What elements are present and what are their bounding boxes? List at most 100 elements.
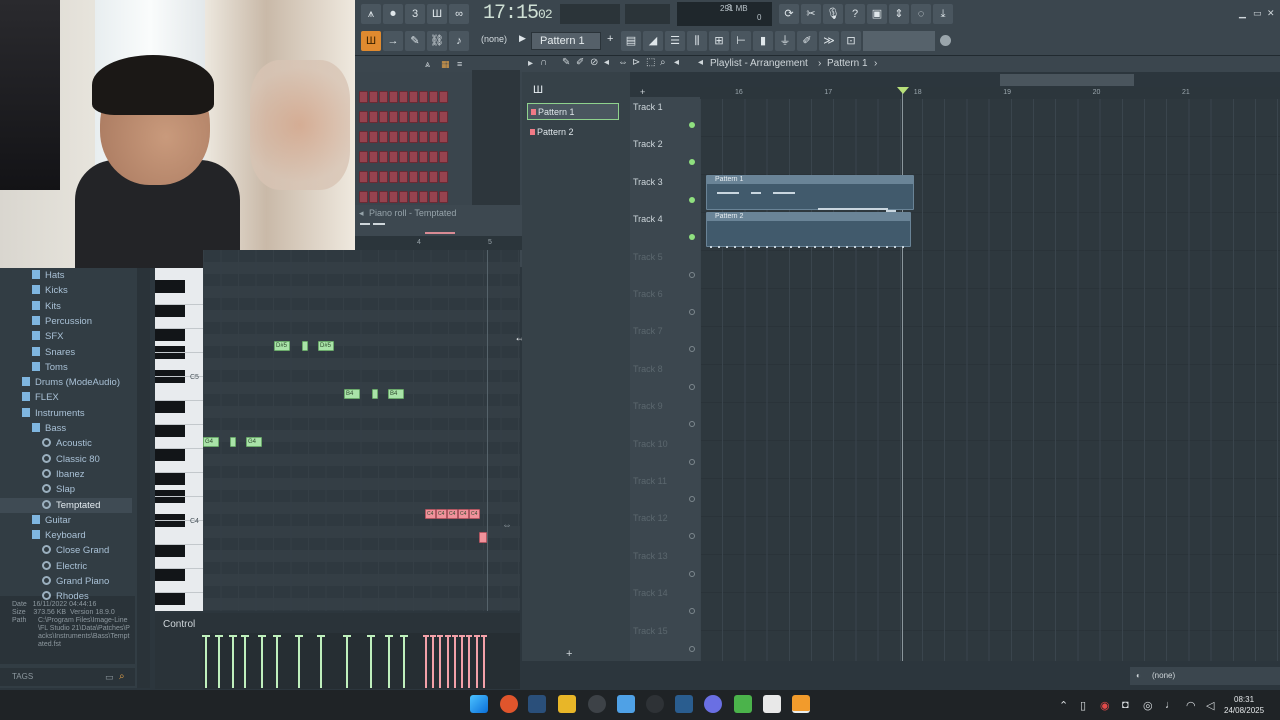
- song-time-display[interactable]: 17:1502: [483, 2, 553, 26]
- track-header[interactable]: Track 10: [633, 434, 698, 471]
- pattern-mode-icon[interactable]: Ш: [361, 31, 381, 51]
- pattern-selector[interactable]: Pattern 1: [531, 32, 601, 50]
- add-track-icon[interactable]: +: [640, 87, 645, 97]
- chat-icon[interactable]: ◌: [911, 4, 931, 24]
- obs-icon[interactable]: [646, 695, 664, 713]
- tray-gamepad-icon[interactable]: ◘: [1122, 699, 1129, 711]
- discord-icon[interactable]: [704, 695, 722, 713]
- piano-black-key[interactable]: [155, 448, 185, 461]
- playlist-pattern-crumb[interactable]: Pattern 1: [827, 58, 868, 69]
- browser-item[interactable]: Rhodes: [0, 589, 132, 604]
- browser-item[interactable]: Slap: [0, 482, 132, 497]
- velocity-bar-pink[interactable]: [461, 636, 463, 688]
- piano-roll-note-c4[interactable]: C4: [458, 509, 469, 519]
- piano-black-key[interactable]: [155, 568, 185, 581]
- browser-item[interactable]: Guitar: [0, 513, 132, 528]
- velocity-bar[interactable]: [218, 636, 220, 688]
- piano-roll-note-c4[interactable]: C4: [469, 509, 480, 519]
- velocity-bar[interactable]: [232, 636, 234, 688]
- velocity-bar-pink[interactable]: [454, 636, 456, 688]
- play-icon[interactable]: ▶: [519, 33, 526, 44]
- slice-tool-icon[interactable]: ⊳: [632, 57, 640, 68]
- velocity-bar[interactable]: [261, 636, 263, 688]
- loop-record-icon[interactable]: ∞: [449, 4, 469, 24]
- plugin-icon[interactable]: ▮: [753, 31, 773, 51]
- taskbar-clock[interactable]: 08:31 24/08/2025: [1224, 694, 1264, 716]
- steps-icon[interactable]: ▦: [441, 59, 450, 70]
- minimize-icon[interactable]: ▁: [1239, 8, 1246, 19]
- steam-icon[interactable]: [528, 695, 546, 713]
- browser-item[interactable]: Grand Piano: [0, 574, 132, 589]
- velocity-bar[interactable]: [346, 636, 348, 688]
- step-row[interactable]: [359, 111, 451, 123]
- pattern-picker-item[interactable]: Pattern 1: [527, 103, 619, 120]
- velocity-bar[interactable]: [298, 636, 300, 688]
- track-mute-toggle[interactable]: [689, 234, 695, 241]
- velocity-bar-pink[interactable]: [476, 636, 478, 688]
- tools-icon[interactable]: ✂: [801, 4, 821, 24]
- velocity-bar[interactable]: [276, 636, 278, 688]
- slip-tool-icon[interactable]: ⇔: [618, 57, 628, 68]
- save-icon[interactable]: ▣: [867, 4, 887, 24]
- piano-roll-note[interactable]: D#5: [318, 341, 334, 351]
- piano-roll-note[interactable]: [302, 341, 308, 351]
- mixer-icon[interactable]: ⫼: [687, 31, 707, 51]
- piano-black-key[interactable]: [155, 400, 185, 413]
- piano-keyboard[interactable]: [155, 268, 203, 617]
- folder-icon[interactable]: ▭: [105, 668, 114, 686]
- velocity-area[interactable]: [203, 633, 520, 689]
- piano-black-key[interactable]: [155, 544, 185, 557]
- piano-black-key[interactable]: [155, 280, 185, 293]
- track-header[interactable]: Track 13: [633, 546, 698, 583]
- playlist-clip[interactable]: Pattern 2: [706, 212, 911, 247]
- step-row[interactable]: [359, 171, 451, 183]
- track-mute-toggle[interactable]: [689, 309, 695, 315]
- pencil-icon[interactable]: ✐: [797, 31, 817, 51]
- tree-icon[interactable]: ⊢: [731, 31, 751, 51]
- tray-steam-icon[interactable]: ◎: [1143, 699, 1153, 712]
- help-icon[interactable]: ?: [845, 4, 865, 24]
- download-icon[interactable]: ⤓: [933, 4, 953, 24]
- velocity-bar-pink[interactable]: [447, 636, 449, 688]
- browser-item[interactable]: Kits: [0, 299, 132, 314]
- select-tool-icon[interactable]: ⬚: [646, 57, 655, 68]
- browser-item[interactable]: SFX: [0, 329, 132, 344]
- track-header[interactable]: Track 9: [633, 396, 698, 433]
- draw-icon[interactable]: ✎: [405, 31, 425, 51]
- controller-app-icon[interactable]: [734, 695, 752, 713]
- track-mute-toggle[interactable]: [689, 458, 695, 465]
- online-icon[interactable]: [940, 35, 951, 46]
- track-mute-toggle[interactable]: [689, 122, 695, 128]
- windows-start-icon[interactable]: [470, 695, 488, 713]
- track-mute-toggle[interactable]: [689, 271, 695, 278]
- piano-roll-note[interactable]: [230, 437, 236, 447]
- browser-item[interactable]: Acoustic: [0, 436, 132, 451]
- magnet-icon[interactable]: ∩: [540, 57, 547, 68]
- metronome-icon[interactable]: ⩚: [361, 4, 381, 24]
- step-row[interactable]: [359, 151, 451, 163]
- track-header[interactable]: Track 5: [633, 247, 698, 284]
- tiktok-icon[interactable]: [763, 695, 781, 713]
- piano-roll-icon[interactable]: ◢: [643, 31, 663, 51]
- bird-icon[interactable]: ≫: [819, 31, 839, 51]
- cart-icon[interactable]: ⊡: [841, 31, 861, 51]
- piano-black-key[interactable]: [155, 304, 185, 317]
- event-control-lane[interactable]: Control: [155, 613, 520, 689]
- track-header[interactable]: Track 8: [633, 359, 698, 396]
- track-mute-toggle[interactable]: [689, 645, 695, 652]
- close-icon[interactable]: ✕: [1267, 8, 1275, 19]
- track-header[interactable]: Track 4: [633, 209, 698, 246]
- velocity-bar[interactable]: [244, 636, 246, 688]
- graph-icon[interactable]: ⩓: [425, 59, 430, 70]
- piano-roll-note[interactable]: G4: [203, 437, 219, 447]
- tray-usb-icon[interactable]: ▯: [1080, 699, 1086, 712]
- velocity-bar-pink[interactable]: [425, 636, 427, 688]
- velocity-bar[interactable]: [205, 636, 207, 688]
- delete-tool-icon[interactable]: ⊘: [590, 57, 598, 68]
- track-header[interactable]: Track 7: [633, 321, 698, 358]
- velocity-bar[interactable]: [388, 636, 390, 688]
- add-pattern-picker-icon[interactable]: +: [566, 648, 572, 660]
- step-row[interactable]: [359, 191, 451, 203]
- midi-icon[interactable]: ⇕: [889, 4, 909, 24]
- channel-rack-icon[interactable]: ☰: [665, 31, 685, 51]
